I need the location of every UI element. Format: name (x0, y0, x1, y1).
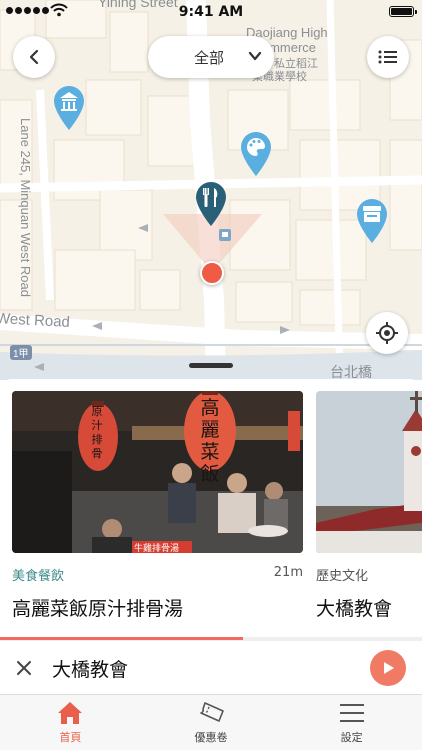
lane-label: Lane 245, Minquan West Road (18, 118, 33, 297)
bus-stop-icon (219, 229, 231, 241)
counter-banner: 牛雞排骨湯 (134, 544, 180, 553)
place-category: 歷史文化 (316, 569, 369, 584)
status-time: 9:41 AM (178, 4, 244, 20)
now-playing-bar: 大橋教會 (0, 640, 422, 694)
list-view-button[interactable] (367, 36, 409, 78)
play-icon (384, 662, 394, 674)
shop-icon (363, 206, 381, 222)
play-button[interactable] (370, 650, 406, 686)
places-carousel[interactable]: 高麗菜飯 原汁排骨 牛雞排骨湯 美食餐飲 21m 高麗菜飯原汁排骨湯 歷史文化 … (0, 379, 422, 639)
user-location-dot (200, 261, 224, 285)
place-card[interactable]: 高麗菜飯 原汁排骨 牛雞排骨湯 美食餐飲 21m 高麗菜飯原汁排骨湯 (12, 391, 303, 621)
status-bar: 9:41 AM (0, 0, 422, 24)
place-title: 高麗菜飯原汁排骨湯 (12, 598, 184, 620)
tab-coupons[interactable]: 優惠卷 (141, 695, 282, 750)
back-button[interactable] (13, 36, 55, 78)
home-icon (58, 702, 83, 724)
locate-me-button[interactable] (366, 312, 408, 354)
pin-art[interactable] (239, 130, 273, 178)
tab-label: 設定 (340, 731, 363, 744)
place-photo-church (316, 391, 422, 553)
place-distance: 21m (273, 565, 303, 580)
pin-shop[interactable] (355, 197, 389, 245)
chevron-left-icon (29, 49, 39, 65)
place-card[interactable]: 歷史文化 大橋教會 (316, 391, 422, 621)
tab-bar: 首頁 優惠卷 設定 (0, 694, 422, 750)
list-icon (378, 50, 397, 64)
bridge-label: 台北橋 (330, 364, 372, 380)
tab-label: 首頁 (59, 731, 82, 744)
lantern-sign-main: 高麗菜飯 (200, 397, 220, 485)
ticket-icon (200, 702, 224, 722)
close-icon[interactable] (14, 658, 34, 678)
tab-settings[interactable]: 設定 (281, 695, 422, 750)
menu-icon (339, 704, 364, 722)
chevron-down-icon (248, 51, 262, 61)
category-dropdown[interactable]: 全部 (148, 36, 274, 78)
place-title: 大橋教會 (316, 598, 393, 620)
pin-temple[interactable] (52, 84, 86, 132)
sheet-drag-handle[interactable] (189, 363, 233, 368)
place-category: 美食餐飲 (12, 569, 65, 584)
pin-restaurant-selected[interactable] (194, 180, 228, 228)
crosshair-icon (376, 322, 398, 344)
battery-icon (389, 6, 417, 17)
tab-home[interactable]: 首頁 (0, 695, 141, 750)
lantern-sign-left: 原汁排骨 (91, 405, 103, 460)
now-playing-title: 大橋教會 (52, 659, 129, 681)
tab-label: 優惠卷 (194, 731, 228, 744)
west-road-label: West Road (0, 310, 71, 331)
place-photo-restaurant: 高麗菜飯 原汁排骨 牛雞排骨湯 (12, 391, 303, 553)
route-badge: 1甲 (10, 345, 32, 360)
